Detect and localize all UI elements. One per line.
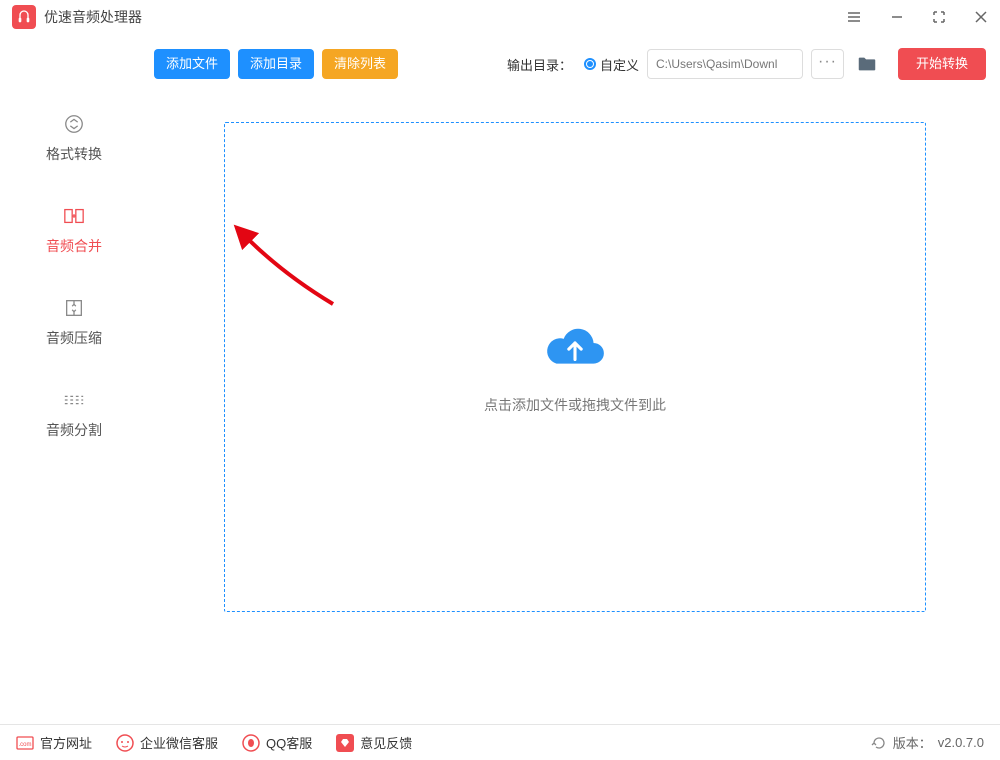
drop-zone-text: 点击添加文件或拖拽文件到此 xyxy=(484,395,666,415)
footer-bar: .com 官方网址 企业微信客服 QQ客服 意见反馈 版本： v2.0.7.0 xyxy=(0,724,1000,760)
custom-output-radio[interactable]: 自定义 xyxy=(584,55,639,74)
content-panel: 添加文件 添加目录 清除列表 输出目录： 自定义 C:\Users\Qasim\… xyxy=(148,34,1000,724)
app-title: 优速音频处理器 xyxy=(44,7,142,27)
annotation-arrow-icon xyxy=(233,224,343,314)
sidebar-item-split[interactable]: 音频分割 xyxy=(0,388,148,440)
output-dir-label: 输出目录： xyxy=(507,55,572,74)
radio-icon xyxy=(584,58,596,70)
format-convert-icon xyxy=(0,112,148,136)
footer-qq[interactable]: QQ客服 xyxy=(242,733,312,752)
sidebar: 格式转换 音频合并 音频压缩 音频分割 xyxy=(0,34,148,724)
footer-website-label: 官方网址 xyxy=(40,733,92,752)
sidebar-item-merge[interactable]: 音频合并 xyxy=(0,204,148,256)
sidebar-item-format[interactable]: 格式转换 xyxy=(0,112,148,164)
main-area: 格式转换 音频合并 音频压缩 音频分割 添加文件 添加目录 清除列表 输出目录：… xyxy=(0,34,1000,724)
footer-feedback-label: 意见反馈 xyxy=(360,733,412,752)
svg-text:.com: .com xyxy=(18,742,31,748)
refresh-icon[interactable] xyxy=(871,735,887,751)
feedback-icon xyxy=(336,734,354,752)
toolbar: 添加文件 添加目录 清除列表 输出目录： 自定义 C:\Users\Qasim\… xyxy=(154,48,986,80)
qq-icon xyxy=(242,734,260,752)
footer-qq-label: QQ客服 xyxy=(266,733,312,752)
app-logo-icon xyxy=(12,5,36,29)
browse-button[interactable]: ··· xyxy=(811,49,844,79)
minimize-icon[interactable] xyxy=(890,10,904,24)
output-path-field[interactable]: C:\Users\Qasim\Downl xyxy=(647,49,803,79)
start-convert-button[interactable]: 开始转换 xyxy=(898,48,986,80)
upload-cloud-icon xyxy=(542,320,608,373)
footer-website[interactable]: .com 官方网址 xyxy=(16,733,92,752)
maximize-icon[interactable] xyxy=(932,10,946,24)
footer-feedback[interactable]: 意见反馈 xyxy=(336,733,412,752)
audio-split-icon xyxy=(0,388,148,412)
clear-list-button[interactable]: 清除列表 xyxy=(322,49,398,79)
custom-label: 自定义 xyxy=(600,55,639,74)
title-bar: 优速音频处理器 xyxy=(0,0,1000,34)
sidebar-item-compress[interactable]: 音频压缩 xyxy=(0,296,148,348)
drop-zone[interactable]: 点击添加文件或拖拽文件到此 xyxy=(224,122,926,612)
close-icon[interactable] xyxy=(974,10,988,24)
open-folder-icon[interactable] xyxy=(852,49,882,79)
version-value: v2.0.7.0 xyxy=(938,735,984,750)
add-dir-button[interactable]: 添加目录 xyxy=(238,49,314,79)
add-file-button[interactable]: 添加文件 xyxy=(154,49,230,79)
audio-merge-icon xyxy=(0,204,148,228)
audio-compress-icon xyxy=(0,296,148,320)
footer-version: 版本： v2.0.7.0 xyxy=(871,733,984,752)
wechat-icon xyxy=(116,734,134,752)
website-icon: .com xyxy=(16,734,34,752)
footer-wechat[interactable]: 企业微信客服 xyxy=(116,733,218,752)
version-label: 版本： xyxy=(893,733,932,752)
menu-icon[interactable] xyxy=(846,9,862,25)
footer-wechat-label: 企业微信客服 xyxy=(140,733,218,752)
